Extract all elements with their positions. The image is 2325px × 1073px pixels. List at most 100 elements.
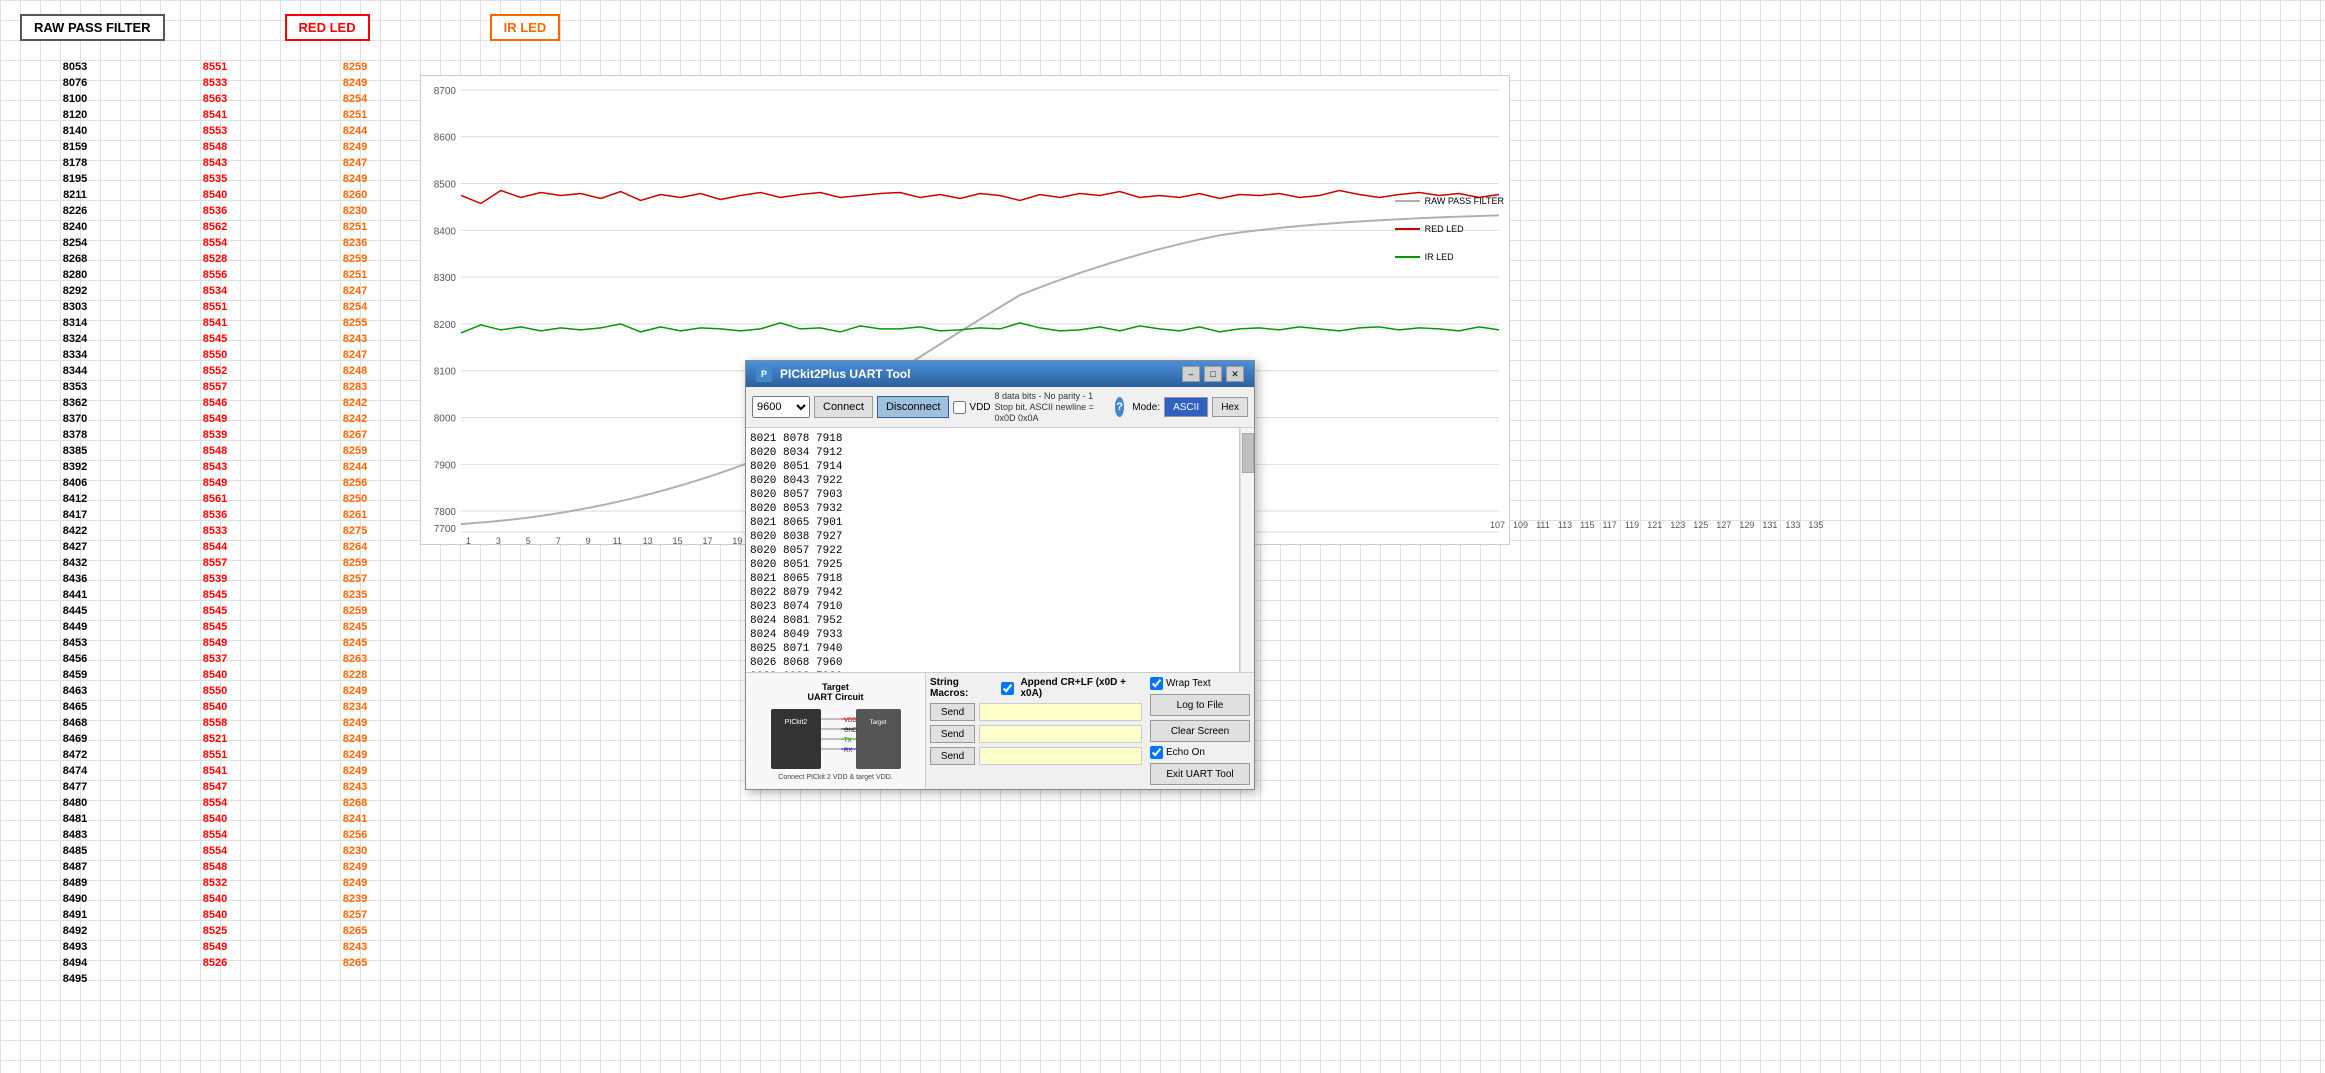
ir-data-cell: 8251 xyxy=(290,268,420,283)
raw-data-column: 8053807681008120814081598178819582118226… xyxy=(10,60,140,987)
raw-data-cell: 8240 xyxy=(10,220,140,235)
raw-data-cell: 8226 xyxy=(10,204,140,219)
red-data-cell: 8554 xyxy=(150,236,280,251)
ir-data-cell: 8261 xyxy=(290,508,420,523)
ir-data-cell: 8247 xyxy=(290,348,420,363)
hex-mode-button[interactable]: Hex xyxy=(1212,397,1248,417)
send-button-2[interactable]: Send xyxy=(930,725,975,743)
raw-data-cell: 8178 xyxy=(10,156,140,171)
uart-output-line: 8023 8074 7910 xyxy=(750,600,1235,614)
raw-data-cell: 8459 xyxy=(10,668,140,683)
echo-on-checkbox[interactable] xyxy=(1150,746,1163,759)
raw-data-cell: 8140 xyxy=(10,124,140,139)
baud-rate-select[interactable]: 9600 19200 38400 57600 115200 xyxy=(752,396,810,418)
circuit-label: TargetUART Circuit xyxy=(808,682,864,702)
red-data-cell: 8545 xyxy=(150,332,280,347)
svg-text:8700: 8700 xyxy=(434,86,457,97)
maximize-button[interactable]: □ xyxy=(1204,366,1222,382)
raw-data-cell: 8487 xyxy=(10,860,140,875)
red-data-cell: 8557 xyxy=(150,380,280,395)
red-data-cell: 8533 xyxy=(150,524,280,539)
raw-data-cell: 8492 xyxy=(10,924,140,939)
ascii-mode-button[interactable]: ASCII xyxy=(1164,397,1208,417)
help-button[interactable]: ? xyxy=(1115,397,1124,417)
ir-data-cell: 8249 xyxy=(290,172,420,187)
uart-output-line: 8021 8065 7901 xyxy=(750,516,1235,530)
red-data-cell: 8541 xyxy=(150,108,280,123)
vdd-checkbox[interactable] xyxy=(953,401,966,414)
macros-header: String Macros: Append CR+LF (x0D + x0A) xyxy=(930,677,1142,699)
raw-data-cell: 8334 xyxy=(10,348,140,363)
disconnect-button[interactable]: Disconnect xyxy=(877,396,949,418)
right-buttons: Wrap Text Log to File Clear Screen Echo … xyxy=(1146,673,1254,789)
dialog-title: PICkit2Plus UART Tool xyxy=(780,367,910,381)
red-data-cell: 8540 xyxy=(150,908,280,923)
red-data-cell: 8534 xyxy=(150,284,280,299)
macro-input-2[interactable] xyxy=(979,725,1142,743)
clear-screen-button[interactable]: Clear Screen xyxy=(1150,720,1250,742)
uart-output-line: 8020 8057 7922 xyxy=(750,544,1235,558)
dialog-toolbar: 9600 19200 38400 57600 115200 Connect Di… xyxy=(746,387,1254,428)
svg-text:7900: 7900 xyxy=(434,460,457,471)
uart-output-line: 8020 8043 7922 xyxy=(750,474,1235,488)
legend-red: RED LED xyxy=(1395,224,1504,234)
echo-on-container: Echo On xyxy=(1150,746,1250,759)
svg-text:5: 5 xyxy=(526,536,531,544)
raw-data-cell: 8406 xyxy=(10,476,140,491)
raw-data-cell: 8362 xyxy=(10,396,140,411)
raw-data-cell: 8422 xyxy=(10,524,140,539)
connect-button[interactable]: Connect xyxy=(814,396,873,418)
ir-data-cell: 8257 xyxy=(290,572,420,587)
macro-row-1: Send xyxy=(930,703,1142,721)
raw-data-cell: 8195 xyxy=(10,172,140,187)
ir-data-cell: 8236 xyxy=(290,236,420,251)
raw-data-cell: 8076 xyxy=(10,76,140,91)
raw-data-cell: 8280 xyxy=(10,268,140,283)
ir-data-cell: 8242 xyxy=(290,412,420,427)
red-data-cell: 8545 xyxy=(150,604,280,619)
red-data-cell: 8541 xyxy=(150,316,280,331)
svg-text:PICkit2: PICkit2 xyxy=(784,719,807,726)
raw-data-cell: 8449 xyxy=(10,620,140,635)
minimize-button[interactable]: – xyxy=(1182,366,1200,382)
circuit-diagram: PICkit2 Target VDD GND TX RX xyxy=(766,704,906,774)
ir-led-label: IR LED xyxy=(490,14,561,41)
red-data-cell: 8540 xyxy=(150,812,280,827)
wrap-text-container: Wrap Text xyxy=(1150,677,1250,690)
uart-scrollbar[interactable] xyxy=(1240,428,1254,672)
red-data-cell: 8537 xyxy=(150,652,280,667)
ir-data-cell: 8257 xyxy=(290,908,420,923)
raw-data-cell: 8483 xyxy=(10,828,140,843)
log-to-file-button[interactable]: Log to File xyxy=(1150,694,1250,716)
raw-data-cell: 8268 xyxy=(10,252,140,267)
scrollbar-thumb[interactable] xyxy=(1242,433,1254,473)
ir-data-cell: 8267 xyxy=(290,428,420,443)
ir-data-cell: 8259 xyxy=(290,444,420,459)
red-data-cell: 8549 xyxy=(150,476,280,491)
raw-data-cell: 8211 xyxy=(10,188,140,203)
ir-data-cell: 8230 xyxy=(290,204,420,219)
macro-input-3[interactable] xyxy=(979,747,1142,765)
red-data-cell: 8539 xyxy=(150,428,280,443)
send-button-3[interactable]: Send xyxy=(930,747,975,765)
exit-uart-button[interactable]: Exit UART Tool xyxy=(1150,763,1250,785)
raw-data-cell: 8100 xyxy=(10,92,140,107)
svg-text:8600: 8600 xyxy=(434,133,457,144)
raw-data-cell: 8370 xyxy=(10,412,140,427)
ir-data-cell: 8230 xyxy=(290,844,420,859)
ir-data-cell: 8250 xyxy=(290,492,420,507)
ir-data-cell: 8239 xyxy=(290,892,420,907)
ir-data-cell: 8265 xyxy=(290,956,420,971)
macros-section: String Macros: Append CR+LF (x0D + x0A) … xyxy=(926,673,1146,789)
uart-output[interactable]: 8021 8078 79188020 8034 79128020 8051 79… xyxy=(746,428,1240,672)
close-button[interactable]: ✕ xyxy=(1226,366,1244,382)
ir-data-cell: 8268 xyxy=(290,796,420,811)
macro-input-1[interactable] xyxy=(979,703,1142,721)
append-crlf-checkbox[interactable] xyxy=(1001,682,1014,695)
send-button-1[interactable]: Send xyxy=(930,703,975,721)
red-data-cell: 8532 xyxy=(150,876,280,891)
red-data-cell: 8551 xyxy=(150,748,280,763)
wrap-text-checkbox[interactable] xyxy=(1150,677,1163,690)
legend-ir: IR LED xyxy=(1395,252,1504,262)
svg-text:8100: 8100 xyxy=(434,367,457,378)
